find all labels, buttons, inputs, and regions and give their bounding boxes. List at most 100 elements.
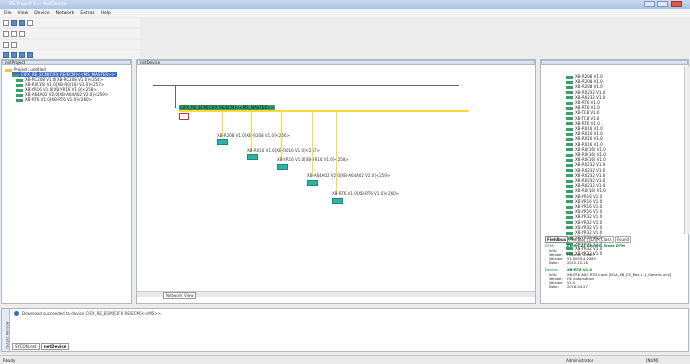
status-user: Administrator: [566, 358, 594, 363]
device-icon: [566, 122, 573, 126]
tab-vendor[interactable]: Vendor: [569, 236, 588, 243]
help-icon[interactable]: [27, 19, 33, 26]
device-icon: [566, 210, 573, 214]
horizontal-scrollbar[interactable]: [137, 291, 535, 297]
tab-dtm-class[interactable]: DTM Class: [588, 236, 614, 243]
disconnect-icon[interactable]: [11, 41, 17, 48]
device-icon: [566, 226, 573, 230]
device-icon: [566, 184, 573, 188]
dtm-label: DTM:: [545, 244, 555, 248]
tab-sycon[interactable]: SYCON.net: [12, 343, 40, 350]
title-bar: VS Project 1 — NetDevice: [0, 0, 690, 9]
status-bar: Ready Administrator [NUM]: [0, 355, 690, 364]
configure-icon[interactable]: [19, 51, 25, 58]
output-message: Download succeeded to device CIFX_RE_ECM…: [22, 311, 163, 316]
device-module-icon[interactable]: [332, 198, 343, 204]
device-icon: [566, 231, 573, 235]
device-icon: [566, 75, 573, 79]
drop-line: [251, 111, 252, 153]
master-device-icon[interactable]: [179, 113, 189, 120]
device-icon: [566, 143, 573, 147]
drop-line: [312, 111, 313, 177]
minimize-icon[interactable]: [644, 1, 655, 7]
tree-item-device[interactable]: XB-RT6 V1.0[XB-RT6 V1.0]<260>: [16, 97, 92, 102]
info-key: Date:: [549, 261, 559, 265]
device-icon: [566, 163, 573, 167]
device-catalog-panel: XB-R208 V1.0 XB-R208 V1.0 XB-R208 V1.0 XB-R…: [540, 59, 689, 304]
menu-view[interactable]: View: [18, 11, 29, 16]
drop-line: [281, 111, 282, 161]
device-icon: [566, 148, 573, 152]
dtm-value: EtherCAT Generic Slave DTM: [567, 244, 625, 248]
device-icon: [566, 158, 573, 162]
device-icon: [566, 169, 573, 173]
device-icon: [566, 215, 573, 219]
canvas-title: netDevice: [140, 60, 161, 65]
upload-icon[interactable]: [11, 51, 17, 58]
master-label[interactable]: CIFX_RE_ECM[CIFX RE/ECM]<<MS_MASTER>>: [179, 105, 275, 110]
project-panel-header: netProject: [2, 60, 131, 65]
device-module-icon[interactable]: [307, 180, 318, 186]
save-icon[interactable]: [19, 19, 25, 26]
status-text: Ready: [3, 358, 16, 363]
catalog-tabs: Fieldbus Vendor DTM Class Found: [545, 236, 632, 243]
output-window: Download succeeded to device CIFX_RE_ECM…: [1, 308, 689, 352]
device-icon: [566, 96, 573, 100]
device-label[interactable]: XB-R016 V1.0[XB-R016 V1.0]<257>: [247, 148, 320, 153]
maximize-icon[interactable]: [657, 1, 668, 7]
device-module-icon[interactable]: [217, 139, 228, 145]
canvas-header: netDevice: [137, 60, 535, 65]
device-icon: [566, 200, 573, 204]
toolbar-network: [0, 50, 140, 59]
toolbar-file: [0, 18, 140, 27]
open-icon[interactable]: [11, 19, 17, 26]
project-panel: netProject Project: untitled CIFX_RE_ECM…: [1, 59, 132, 304]
device-icon: [566, 117, 573, 121]
bus-top-line: [153, 85, 459, 86]
menu-network[interactable]: Network: [56, 11, 75, 16]
device-label[interactable]: XB-R208 V1.0[XB-R208 V1.0]<256>: [217, 133, 290, 138]
device-label[interactable]: XB-A64A02 V2.0[XB-A64A02 V2.0]<259>: [307, 173, 390, 178]
catalog-scrollbar[interactable]: [684, 66, 689, 234]
info-value: 2012-10-18: [567, 261, 588, 265]
output-side-label: Output Window: [5, 321, 10, 349]
catalog-list: XB-R208 V1.0 XB-R208 V1.0 XB-R208 V1.0 XB-R…: [566, 74, 606, 256]
device-icon: [566, 80, 573, 84]
tab-found[interactable]: Found: [614, 236, 632, 243]
network-canvas[interactable]: netDevice CIFX_RE_ECM[CIFX RE/ECM]<<MS_M…: [136, 59, 536, 304]
paste-icon[interactable]: [19, 30, 25, 37]
device-icon: [566, 85, 573, 89]
device-module-icon[interactable]: [277, 164, 288, 170]
tab-netdevice[interactable]: netDevice: [40, 343, 70, 350]
device-icon: [566, 221, 573, 225]
connect-icon[interactable]: [3, 41, 9, 48]
menu-file[interactable]: File: [4, 11, 12, 16]
drop-line: [336, 111, 337, 195]
menu-help[interactable]: Help: [101, 11, 111, 16]
info-icon: [14, 311, 19, 316]
menu-device[interactable]: Device: [34, 11, 49, 16]
device-icon: [566, 174, 573, 178]
device-icon: [566, 153, 573, 157]
toolbar-device: [0, 40, 140, 49]
device-icon: [566, 137, 573, 141]
copy-icon[interactable]: [11, 30, 17, 37]
device-icon: [566, 132, 573, 136]
close-icon[interactable]: [671, 1, 682, 7]
info-key: Date:: [549, 285, 559, 289]
device-label[interactable]: XB-RT6 V1.0[XB-RT6 V1.0]<260>: [332, 191, 399, 196]
tab-network-view[interactable]: Network View: [163, 292, 197, 299]
toolbar-edit: [0, 29, 140, 38]
new-icon[interactable]: [3, 19, 9, 26]
device-module-icon[interactable]: [247, 154, 258, 160]
download-icon[interactable]: [3, 51, 9, 58]
tree-item-label: XB-RT6 V1.0[XB-RT6 V1.0]<260>: [25, 97, 93, 102]
diagnosis-icon[interactable]: [27, 51, 33, 58]
menu-extras[interactable]: Extras: [80, 11, 94, 16]
window-title: VS Project 1 — NetDevice: [9, 1, 67, 7]
tab-fieldbus[interactable]: Fieldbus: [545, 236, 569, 243]
output-tabs: SYCON.net netDevice: [12, 343, 70, 350]
device-icon: [566, 179, 573, 183]
cut-icon[interactable]: [3, 30, 9, 37]
project-panel-title: netProject: [5, 60, 26, 65]
